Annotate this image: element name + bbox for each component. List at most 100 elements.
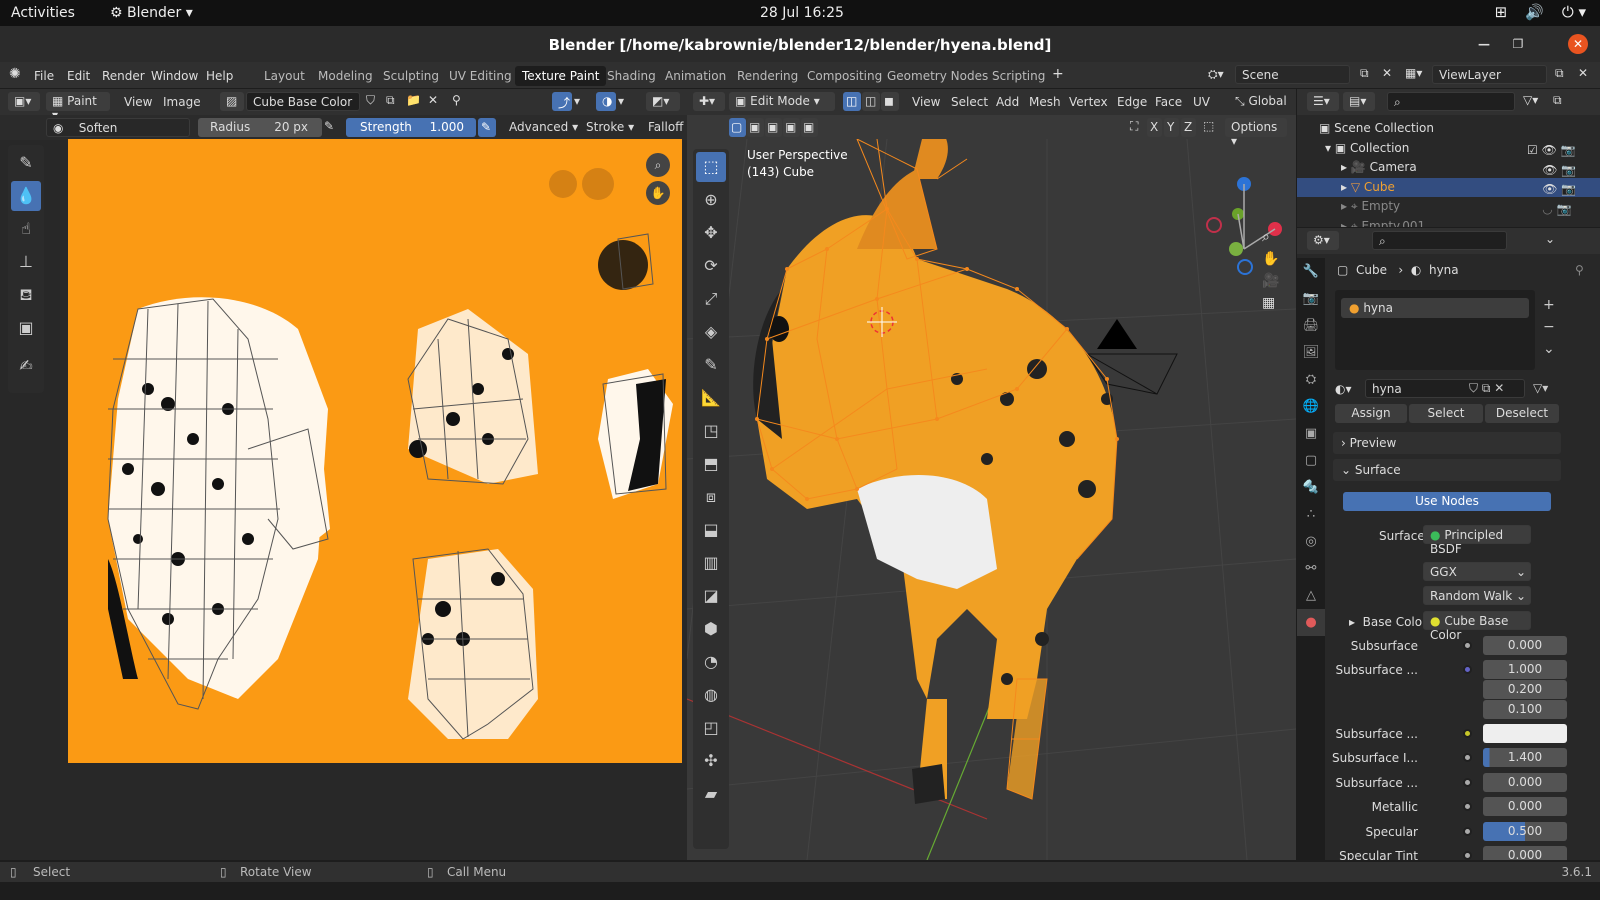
activities-button[interactable]: Activities (11, 5, 75, 21)
eye-icon[interactable]: 👁 📷 (1527, 180, 1576, 200)
image-name-field[interactable]: Cube Base Color (246, 92, 360, 111)
viewport-menu-mesh[interactable]: Mesh (1029, 95, 1061, 109)
measure-tool-icon[interactable]: 📐 (696, 383, 726, 413)
tab-layout[interactable]: Layout (257, 66, 312, 86)
mirror-x-toggle[interactable]: X (1147, 118, 1162, 137)
tab-shading[interactable]: Shading (600, 66, 663, 86)
input-value[interactable]: 0.500 (1483, 822, 1567, 841)
browse-node-icon[interactable]: ▽▾ (1533, 381, 1548, 395)
tool-tab-icon[interactable]: 🔧 (1297, 258, 1325, 285)
radius-slider[interactable]: Radius 20 px (198, 118, 322, 137)
properties-options-icon[interactable]: ⌄ (1545, 232, 1555, 246)
eye-icon[interactable]: 👁 📷 (1527, 161, 1576, 181)
strength-slider[interactable]: Strength 1.000 (346, 118, 476, 137)
3d-viewport[interactable]: ✚▾ ▣ Edit Mode ▾ ◫ ◫ ◼ View Select Add M… (687, 89, 1296, 860)
close-button[interactable]: ✕ (1568, 34, 1588, 54)
texture-canvas[interactable] (68, 139, 682, 763)
falloff-dropdown[interactable]: Falloff (648, 120, 683, 134)
menu-view[interactable]: View (124, 95, 152, 109)
strength-pressure-icon[interactable]: ✎ (478, 118, 496, 137)
move-tool-icon[interactable]: ✥ (696, 218, 726, 248)
view-layer-tab-icon[interactable]: 🖼 (1297, 339, 1325, 366)
input-row[interactable]: Specular Tint 0.000 (1333, 846, 1590, 860)
eye-icon[interactable]: ☑ 👁 📷 (1527, 141, 1576, 161)
menu-edit[interactable]: Edit (67, 69, 90, 83)
delete-view-layer-icon[interactable]: ✕ (1578, 66, 1588, 80)
viewport-editor-type-icon[interactable]: ✚▾ (693, 92, 725, 111)
menu-image[interactable]: Image (163, 95, 201, 109)
input-row[interactable]: 0.100 (1333, 700, 1590, 720)
scale-tool-icon[interactable]: ⤢ (696, 284, 726, 314)
select-box-tool-icon[interactable]: ⬚ (696, 152, 726, 182)
scene-selector[interactable]: Scene (1235, 65, 1350, 84)
ortho-toggle-icon[interactable]: ▦ (1262, 295, 1279, 311)
soften-tool-icon[interactable]: 💧 (11, 181, 41, 211)
select-mode-invert-icon[interactable]: ▣ (783, 118, 800, 137)
blender-logo-icon[interactable]: ✺ (9, 66, 21, 82)
viewport-menu-face[interactable]: Face (1155, 95, 1182, 109)
input-value[interactable]: 1.400 (1483, 748, 1567, 767)
zoom-icon[interactable]: ⌕ (646, 153, 670, 177)
input-value[interactable]: 0.000 (1483, 797, 1567, 816)
cursor-tool-icon[interactable]: ⊕ (696, 185, 726, 215)
tab-compositing[interactable]: Compositing (800, 66, 889, 86)
rotate-tool-icon[interactable]: ⟳ (696, 251, 726, 281)
add-cube-tool-icon[interactable]: ◳ (696, 416, 726, 446)
extrude-tool-icon[interactable]: ⬒ (696, 449, 726, 479)
options-dropdown[interactable]: Options ▾ (1225, 118, 1287, 148)
properties-editor-type-icon[interactable]: ⚙▾ (1307, 231, 1339, 250)
outliner-editor-type-icon[interactable]: ☰▾ (1307, 92, 1339, 111)
select-button[interactable]: Select (1409, 404, 1483, 423)
input-value[interactable]: 1.000 (1483, 660, 1567, 679)
base-color-field[interactable]: ● Cube Base Color (1423, 611, 1531, 642)
system-tray[interactable]: ⊞ 🔊 ⏻ ▾ (1495, 3, 1586, 21)
constraints-tab-icon[interactable]: ⚯ (1297, 555, 1325, 582)
inset-tool-icon[interactable]: ⧈ (696, 482, 726, 512)
loop-cut-tool-icon[interactable]: ▥ (696, 548, 726, 578)
input-value[interactable]: 0.100 (1483, 700, 1567, 719)
select-mode-extend-icon[interactable]: ▣ (747, 118, 764, 137)
annotate-tool-icon[interactable]: ✎ (696, 350, 726, 380)
world-tab-icon[interactable]: 🌐 (1297, 393, 1325, 420)
smear-tool-icon[interactable]: ☝ (11, 214, 41, 244)
scene-icon[interactable]: ⛭▾ (1208, 67, 1224, 82)
material-slot-list[interactable]: ● hyna (1335, 290, 1535, 370)
input-row[interactable]: Subsurface I... 1.400 (1332, 748, 1590, 768)
fill-tool-icon[interactable]: ⛾ (11, 280, 41, 310)
overlay-dropdown-icon[interactable]: ▾ (618, 94, 624, 108)
preview-panel-header[interactable]: › Preview (1333, 432, 1561, 454)
new-view-layer-icon[interactable]: ⧉ (1555, 66, 1564, 81)
object-tab-icon[interactable]: ▢ (1297, 447, 1325, 474)
clone-tool-icon[interactable]: ⊥ (11, 247, 41, 277)
input-row[interactable]: Specular 0.500 (1333, 822, 1590, 842)
pin-icon[interactable]: ⚲ (1575, 263, 1584, 277)
edge-select-icon[interactable]: ◫ (862, 92, 880, 111)
vertex-select-icon[interactable]: ◫ (843, 92, 861, 111)
select-mode-intersect-icon[interactable]: ▣ (801, 118, 818, 137)
tab-rendering[interactable]: Rendering (730, 66, 805, 86)
overlay-icon[interactable]: ◑ (596, 92, 616, 111)
output-tab-icon[interactable]: 🖨 (1297, 312, 1325, 339)
mode-dropdown[interactable]: ▣ Edit Mode ▾ (729, 92, 835, 111)
edge-slide-tool-icon[interactable]: ◰ (696, 713, 726, 743)
assign-button[interactable]: Assign (1335, 404, 1407, 423)
open-image-icon[interactable]: 📁 (406, 93, 421, 107)
tab-animation[interactable]: Animation (658, 66, 733, 86)
display-mode-icon[interactable]: ▤▾ (1343, 92, 1375, 111)
new-image-icon[interactable]: ⧉ (386, 93, 395, 108)
outliner-search-input[interactable]: ⌕ (1387, 92, 1515, 111)
color-swatch[interactable] (1483, 724, 1567, 743)
distribution-dropdown[interactable]: GGX ⌄ (1423, 562, 1531, 581)
display-channels-icon[interactable]: ◩▾ (646, 92, 680, 111)
collection-tab-icon[interactable]: ▣ (1297, 420, 1325, 447)
fake-user-icon[interactable]: ⛉ (366, 93, 375, 108)
paint-mode-dropdown[interactable]: ▦ Paint ▾ (46, 92, 110, 122)
menu-file[interactable]: File (34, 69, 54, 83)
material-browse-icon[interactable]: ◐▾ (1335, 382, 1352, 396)
mask-tool-icon[interactable]: ▣ (11, 313, 41, 343)
eye-hidden-icon[interactable]: ◡ 📷 (1527, 200, 1576, 220)
input-row[interactable]: Subsurface 0.000 (1333, 636, 1590, 656)
physics-tab-icon[interactable]: ◎ (1297, 528, 1325, 555)
properties-search-input[interactable]: ⌕ (1372, 231, 1507, 250)
add-slot-button[interactable]: + (1543, 294, 1555, 316)
